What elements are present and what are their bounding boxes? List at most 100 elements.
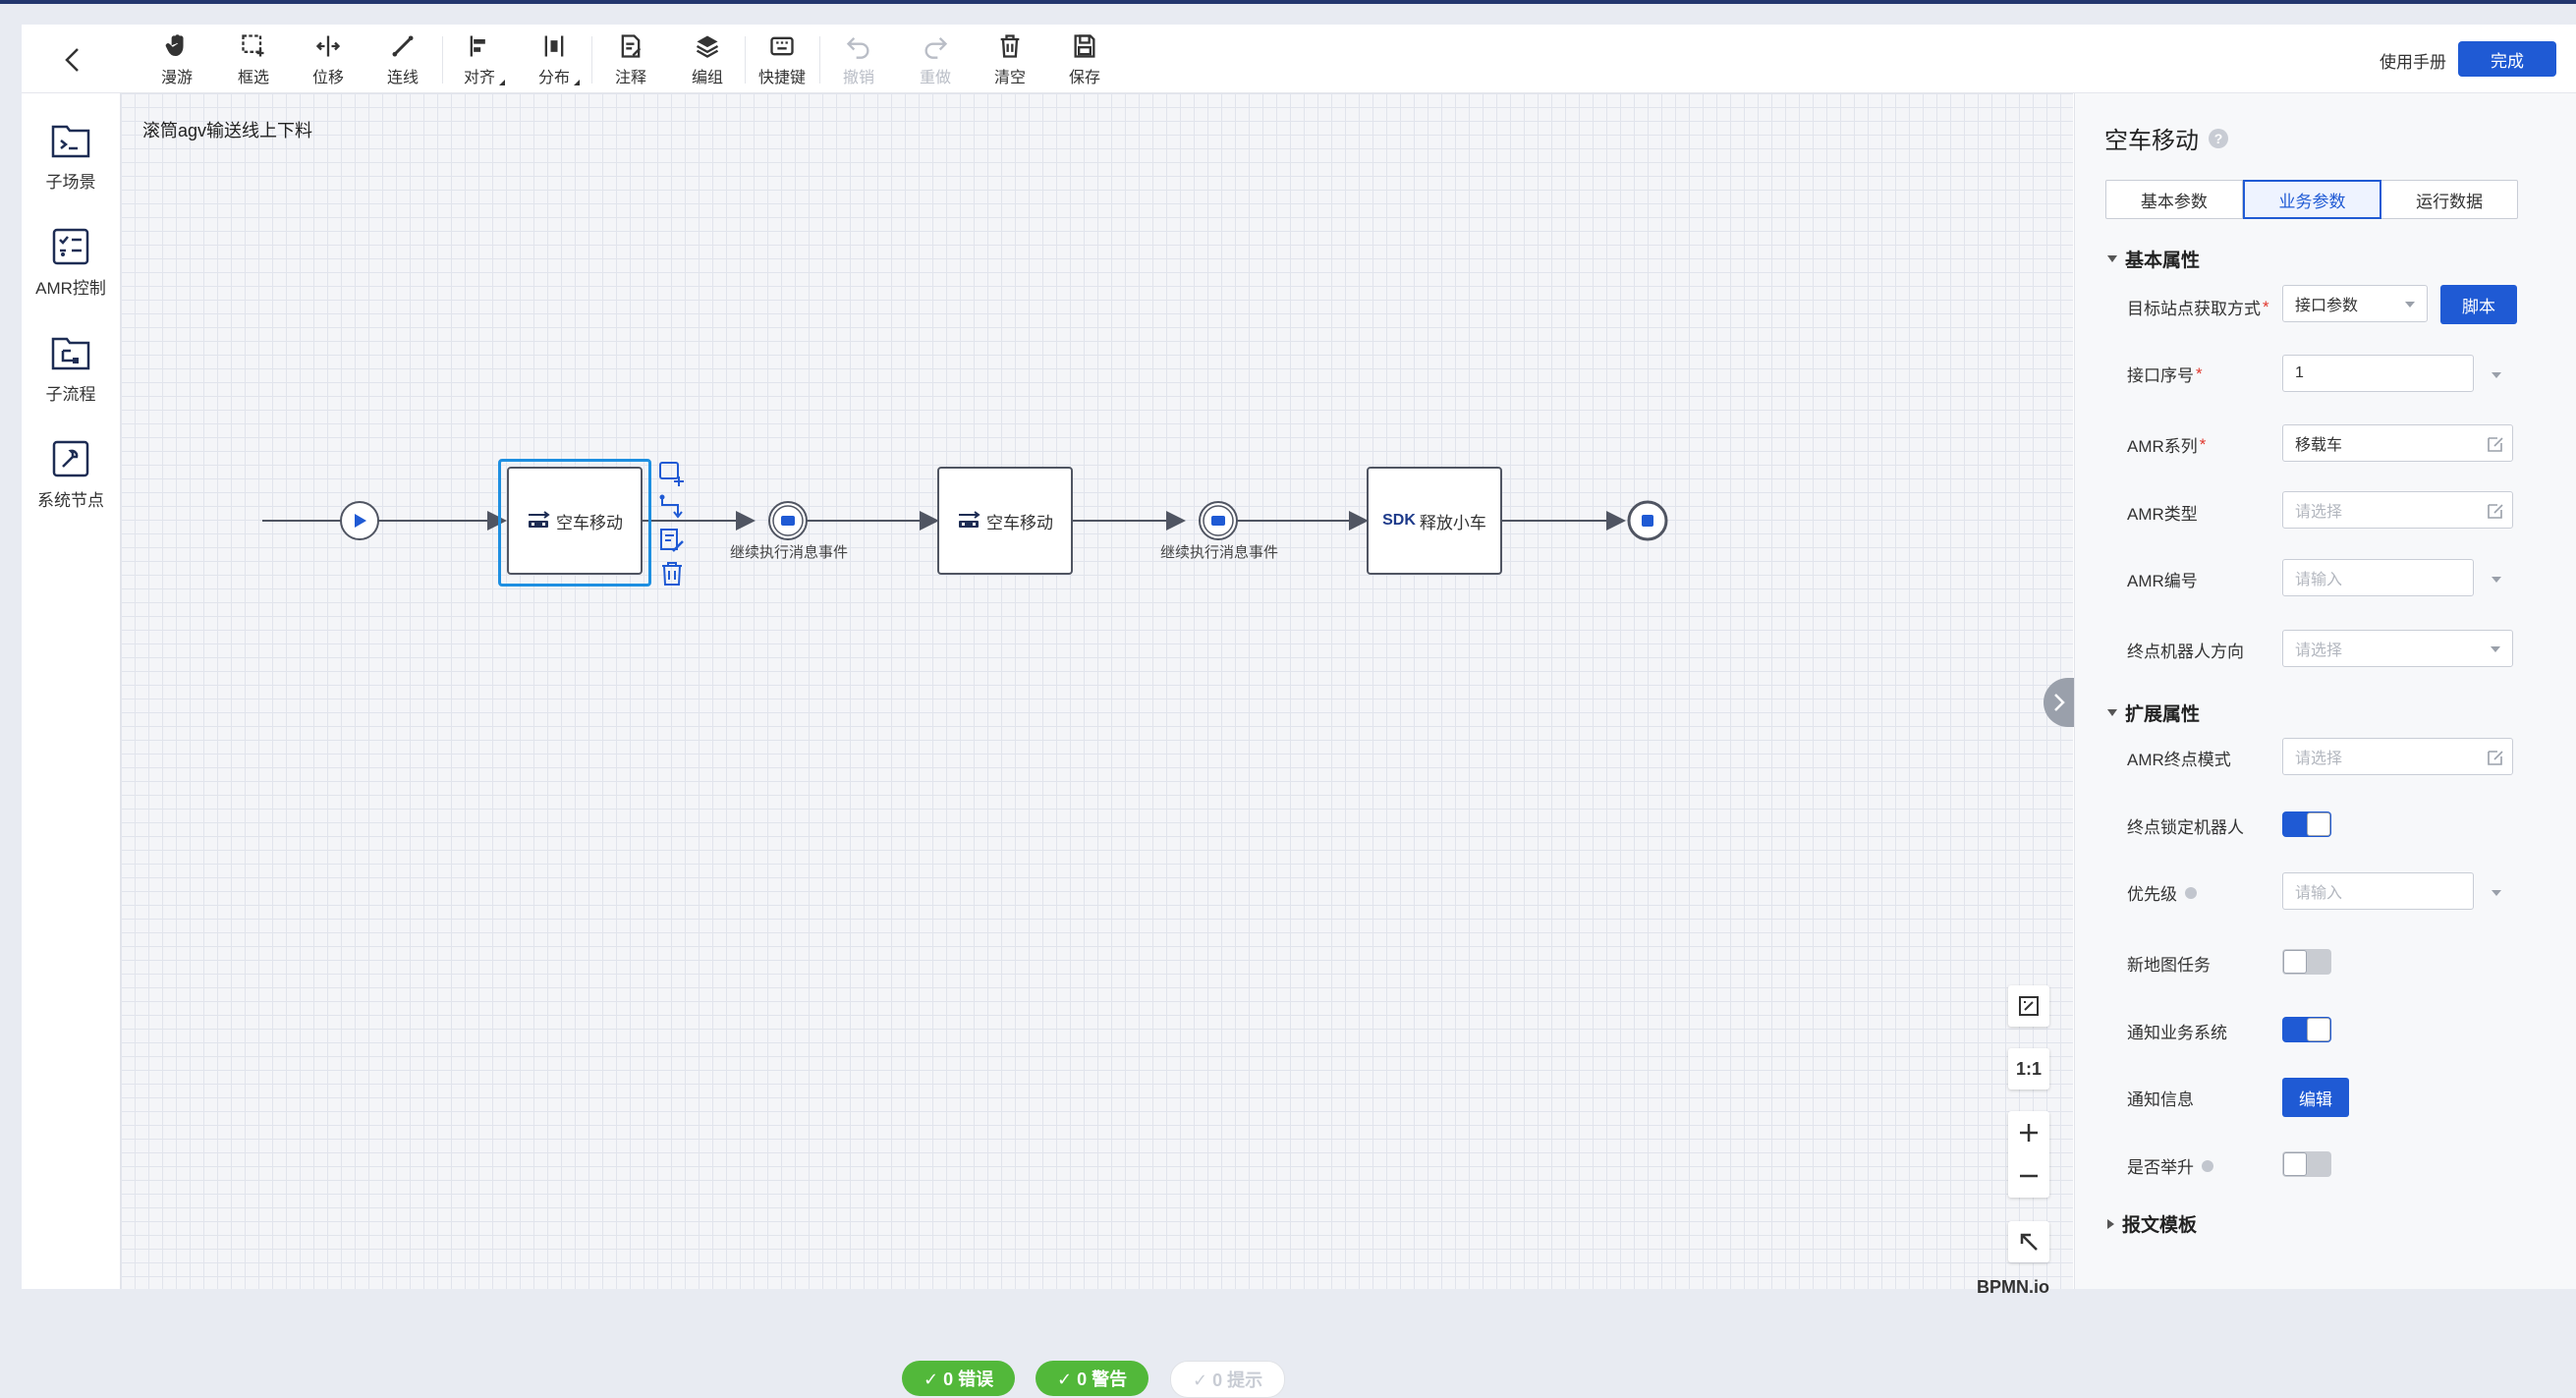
- move-tool[interactable]: 位移: [297, 32, 360, 87]
- message-event-2[interactable]: [1199, 501, 1238, 540]
- section-label: 扩展属性: [2125, 704, 2201, 725]
- zoom-in-button[interactable]: [2008, 1111, 2049, 1154]
- annotate-tool[interactable]: 注释: [599, 32, 662, 87]
- zoom-out-button[interactable]: [2008, 1154, 2049, 1198]
- section-basic-attributes[interactable]: 基本属性: [2107, 246, 2200, 272]
- group-tool[interactable]: 编组: [676, 32, 739, 87]
- toggle-knob: [2283, 1152, 2307, 1176]
- task-node-sdk-release[interactable]: SDK 释放小车: [1367, 467, 1502, 575]
- redo-icon: [924, 37, 948, 59]
- clear-button[interactable]: 清空: [979, 32, 1041, 87]
- center-view-button[interactable]: [2008, 1221, 2049, 1262]
- iface-no-input[interactable]: 1: [2282, 355, 2474, 392]
- move-label: 位移: [311, 70, 344, 86]
- shortcut-tool[interactable]: 快捷键: [751, 32, 813, 87]
- redo-button[interactable]: 重做: [904, 32, 967, 87]
- edit-icon[interactable]: [2487, 435, 2504, 453]
- panel-title: 空车移动 ?: [2104, 121, 2228, 155]
- iface-no-label: 接口序号 *: [2127, 362, 2203, 386]
- amr-no-dropdown-icon[interactable]: [2492, 577, 2501, 583]
- tab-runtime-data[interactable]: 运行数据: [2381, 181, 2517, 218]
- end-direction-select[interactable]: 请选择: [2282, 630, 2513, 667]
- append-task-icon[interactable]: [657, 459, 687, 488]
- end-event[interactable]: [1627, 500, 1668, 541]
- palette-item-sub-process[interactable]: 子流程: [22, 331, 120, 405]
- undo-button[interactable]: 撤销: [827, 32, 890, 87]
- annotation-icon[interactable]: [657, 526, 687, 555]
- connect-line-icon: [392, 35, 414, 57]
- amr-move-icon: [957, 511, 980, 531]
- manual-link[interactable]: 使用手册: [2380, 48, 2446, 73]
- amr-type-select[interactable]: 请选择: [2282, 491, 2513, 529]
- back-button[interactable]: [53, 40, 92, 80]
- marquee-tool[interactable]: 框选: [222, 32, 285, 87]
- notify-system-toggle[interactable]: [2282, 1017, 2331, 1042]
- script-button[interactable]: 脚本: [2440, 285, 2517, 324]
- edit-notify-info-button[interactable]: 编辑: [2282, 1078, 2349, 1117]
- save-button[interactable]: 保存: [1053, 32, 1116, 87]
- done-button[interactable]: 完成: [2458, 41, 2556, 77]
- pan-tool[interactable]: 漫游: [145, 32, 208, 87]
- delete-icon[interactable]: [657, 559, 687, 588]
- align-tool[interactable]: 对齐: [448, 32, 511, 87]
- distribute-dropdown-indicator: [574, 80, 580, 85]
- start-event[interactable]: [340, 501, 379, 540]
- amr-control-icon: [52, 228, 89, 265]
- palette-label: 子场景: [45, 173, 96, 192]
- lint-errors-pill[interactable]: ✓ 0 错误: [902, 1361, 1016, 1396]
- lint-warnings-pill[interactable]: ✓ 0 警告: [1036, 1361, 1149, 1396]
- amr-end-mode-select[interactable]: 请选择: [2282, 738, 2513, 775]
- help-icon[interactable]: ?: [2209, 128, 2228, 148]
- sub-process-icon: [51, 337, 90, 370]
- section-message-template[interactable]: 报文模板: [2107, 1210, 2197, 1237]
- info-icon[interactable]: [2185, 886, 2197, 899]
- palette-item-amr-control[interactable]: AMR控制: [22, 225, 120, 299]
- input-value: 移载车: [2295, 437, 2343, 454]
- connect-tool[interactable]: 连线: [371, 32, 434, 87]
- annotation-icon: [621, 34, 642, 58]
- edit-icon[interactable]: [2487, 749, 2504, 766]
- reset-zoom-button[interactable]: 1:1: [2008, 1048, 2049, 1090]
- distribute-tool[interactable]: 分布: [523, 32, 586, 87]
- lift-toggle[interactable]: [2282, 1151, 2331, 1177]
- new-map-task-toggle[interactable]: [2282, 949, 2331, 975]
- amr-move-icon: [527, 511, 550, 531]
- panel-tabs: 基本参数 业务参数 运行数据: [2105, 180, 2518, 219]
- task-label: 释放小车: [1419, 513, 1486, 532]
- align-left-icon: [470, 35, 485, 57]
- amr-no-input[interactable]: 请输入: [2282, 559, 2474, 596]
- task-node-empty-move-1[interactable]: 空车移动: [507, 467, 643, 575]
- toolbar-divider: [745, 36, 746, 84]
- info-icon[interactable]: [2202, 1159, 2213, 1172]
- message-event-1[interactable]: [768, 501, 808, 540]
- end-lock-label: 终点锁定机器人: [2127, 813, 2244, 838]
- tab-basic-params[interactable]: 基本参数: [2106, 181, 2243, 218]
- bpmn-canvas[interactable]: 滚筒agv输送线上下料 空车移动 空车移动 SDK 释放小车 继续执行消息事件 …: [121, 93, 2073, 1398]
- layers-icon: [696, 35, 719, 58]
- amr-series-input[interactable]: 移载车: [2282, 424, 2513, 462]
- field-label-text: 是否举升: [2127, 1158, 2194, 1177]
- collapse-caret-icon: [2107, 709, 2117, 716]
- field-label-text: AMR终点模式: [2127, 751, 2231, 769]
- task-node-empty-move-2[interactable]: 空车移动: [937, 467, 1073, 575]
- window-top-border: [0, 0, 2576, 4]
- iface-no-dropdown-icon[interactable]: [2492, 372, 2501, 378]
- task-label: 空车移动: [556, 513, 623, 532]
- priority-input[interactable]: 请输入: [2282, 872, 2474, 910]
- fit-viewport-button[interactable]: [2008, 985, 2049, 1027]
- connect-icon[interactable]: [657, 492, 687, 522]
- tab-business-params[interactable]: 业务参数: [2242, 180, 2382, 219]
- end-lock-toggle[interactable]: [2282, 811, 2331, 837]
- edit-icon[interactable]: [2487, 502, 2504, 520]
- field-label-text: 接口序号: [2127, 366, 2194, 385]
- target-source-select[interactable]: 接口参数: [2282, 285, 2428, 322]
- connect-label: 连线: [386, 70, 419, 86]
- bpmn-io-watermark[interactable]: BPMN.io: [1977, 1277, 2049, 1298]
- palette-item-system-node[interactable]: 系统节点: [22, 437, 120, 511]
- section-extended-attributes[interactable]: 扩展属性: [2107, 699, 2200, 726]
- priority-dropdown-icon[interactable]: [2492, 890, 2501, 896]
- minus-icon: [2020, 1174, 2038, 1178]
- lint-hints-pill[interactable]: ✓ 0 提示: [1170, 1361, 1286, 1398]
- palette-item-sub-scene[interactable]: 子场景: [22, 119, 120, 193]
- field-label-text: 终点机器人方向: [2127, 643, 2244, 661]
